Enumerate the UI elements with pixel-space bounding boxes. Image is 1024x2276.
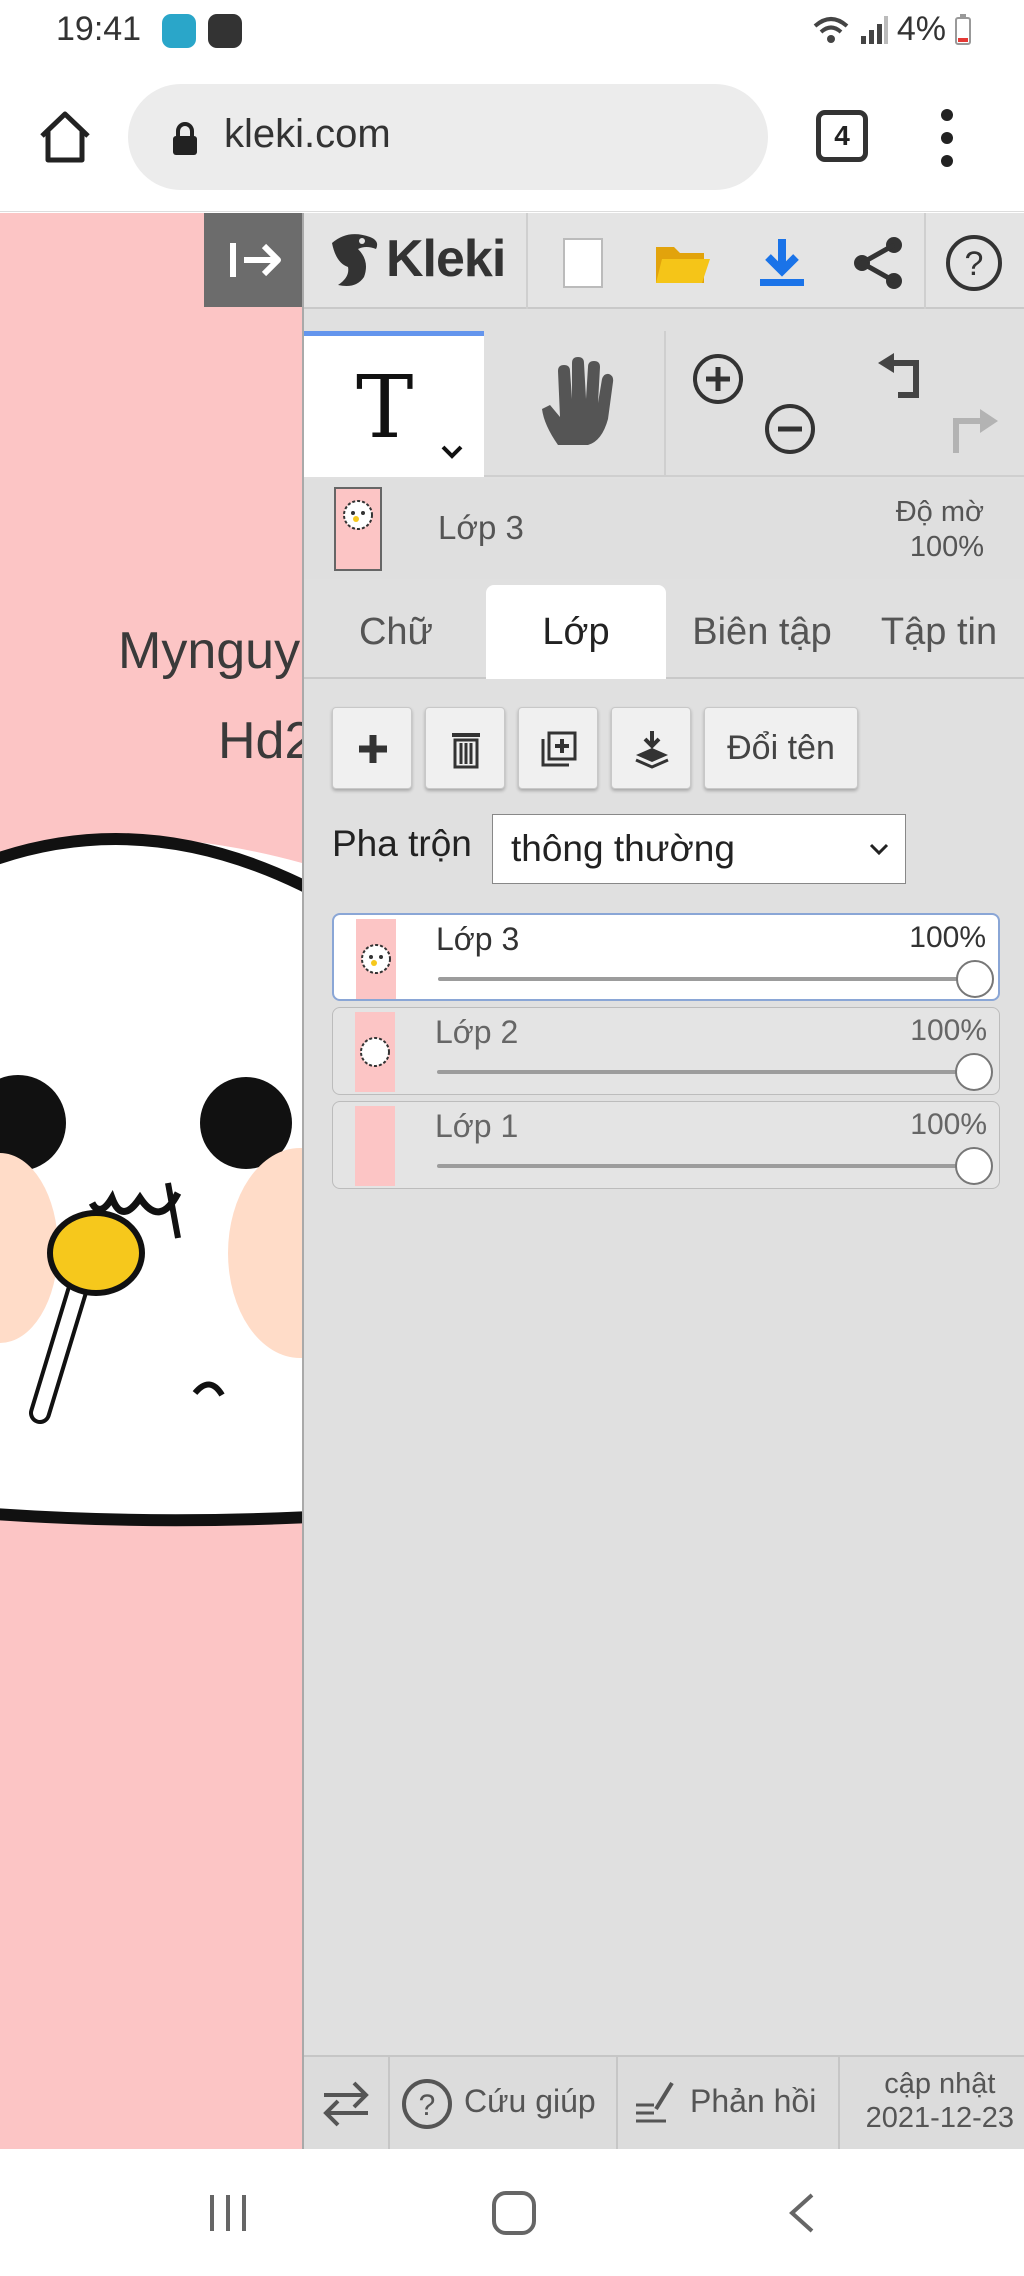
url-text: kleki.com bbox=[224, 112, 391, 156]
layer-thumbnail bbox=[356, 919, 396, 999]
chevron-down-icon[interactable] bbox=[440, 444, 464, 460]
collapse-arrow-icon bbox=[230, 243, 281, 277]
zalo-icon bbox=[208, 14, 242, 48]
drawing-canvas[interactable]: Mynguy Hd2 bbox=[0, 213, 302, 2149]
browser-toolbar: kleki.com 4 bbox=[0, 62, 1024, 212]
panel-footer: ? Cứu giúp Phản hồi cập nhật 2021-12-23 bbox=[304, 2055, 1024, 2151]
layer-opacity-value: 100% bbox=[910, 1014, 987, 1047]
feedback-link[interactable]: Phản hồi bbox=[690, 2083, 816, 2120]
home-icon[interactable] bbox=[34, 106, 96, 168]
battery-icon bbox=[955, 13, 971, 45]
layer-thumbnail bbox=[355, 1012, 395, 1092]
delete-layer-button[interactable] bbox=[425, 707, 505, 789]
trash-icon bbox=[452, 733, 480, 769]
collapse-panel-button[interactable] bbox=[204, 213, 302, 307]
blend-mode-label: Pha trộn bbox=[332, 823, 472, 864]
add-layer-button[interactable] bbox=[332, 707, 412, 789]
tab-text[interactable]: Chữ bbox=[318, 585, 474, 679]
current-layer-info: Lớp 3 Độ mờ 100% bbox=[304, 479, 1024, 579]
system-nav-bar bbox=[0, 2149, 1024, 2276]
recent-apps-icon[interactable] bbox=[206, 2191, 250, 2235]
layer-opacity-slider[interactable] bbox=[437, 1164, 975, 1168]
current-layer-thumbnail bbox=[334, 487, 382, 571]
help-link[interactable]: Cứu giúp bbox=[464, 2083, 596, 2120]
text-tool-button[interactable]: T bbox=[304, 331, 484, 477]
tab-switcher-button[interactable]: 4 bbox=[816, 110, 868, 162]
address-bar[interactable]: kleki.com bbox=[128, 84, 768, 190]
layer-item[interactable]: Lớp 2 100% bbox=[332, 1007, 1000, 1095]
plus-icon bbox=[359, 735, 387, 763]
tab-edit[interactable]: Biên tập bbox=[674, 585, 850, 679]
rename-layer-button[interactable]: Đổi tên bbox=[704, 707, 858, 789]
help-icon[interactable]: ? bbox=[944, 233, 1004, 293]
share-icon[interactable] bbox=[848, 233, 908, 293]
merge-layer-button[interactable] bbox=[611, 707, 691, 789]
layer-thumbnail bbox=[355, 1106, 395, 1186]
layer-name: Lớp 2 bbox=[435, 1014, 519, 1050]
kleki-bird-icon bbox=[332, 234, 378, 286]
layer-item[interactable]: Lớp 3 100% bbox=[332, 913, 1000, 1001]
swap-sides-icon[interactable] bbox=[320, 2079, 372, 2129]
help-circle-icon[interactable]: ? bbox=[400, 2077, 454, 2131]
layer-opacity-slider[interactable] bbox=[437, 1070, 975, 1074]
zoom-controls bbox=[666, 331, 846, 477]
feedback-pen-icon bbox=[636, 2081, 674, 2123]
layer-name: Lớp 3 bbox=[436, 921, 520, 957]
tab-layers[interactable]: Lớp bbox=[486, 585, 666, 679]
svg-text:?: ? bbox=[965, 245, 984, 283]
svg-text:?: ? bbox=[419, 2089, 436, 2122]
duplicate-icon bbox=[541, 731, 577, 767]
tool-panel: Kleki ? T Lớp 3 Độ mờ 100% Chữ Lớp Biên … bbox=[302, 213, 1024, 2151]
layer-opacity-slider[interactable] bbox=[438, 977, 974, 981]
slider-handle[interactable] bbox=[955, 1147, 993, 1185]
layer-opacity-value: 100% bbox=[909, 921, 986, 954]
open-folder-icon[interactable] bbox=[652, 233, 712, 293]
tool-row: T bbox=[304, 331, 1024, 477]
layer-item[interactable]: Lớp 1 100% bbox=[332, 1101, 1000, 1189]
home-nav-icon[interactable] bbox=[490, 2189, 538, 2237]
update-info: cập nhật 2021-12-23 bbox=[865, 2068, 1014, 2134]
zoom-in-icon[interactable] bbox=[690, 351, 746, 407]
wifi-icon bbox=[813, 16, 849, 43]
battery-percent: 4% bbox=[896, 10, 946, 48]
current-layer-opacity: Độ mờ 100% bbox=[895, 496, 984, 563]
panel-tabs: Chữ Lớp Biên tập Tập tin bbox=[304, 585, 1024, 679]
current-layer-name: Lớp 3 bbox=[438, 509, 524, 546]
lock-icon bbox=[173, 122, 197, 155]
hand-icon bbox=[542, 357, 614, 445]
tab-file[interactable]: Tập tin bbox=[858, 585, 1020, 679]
layer-opacity-value: 100% bbox=[910, 1108, 987, 1141]
browser-menu-icon[interactable] bbox=[932, 104, 962, 170]
canvas-text-line2: Hd2 bbox=[218, 712, 302, 770]
canvas-artwork: Mynguy Hd2 bbox=[0, 622, 302, 1527]
chevron-down-icon bbox=[869, 843, 889, 856]
back-icon[interactable] bbox=[782, 2191, 822, 2235]
blend-mode-select[interactable]: thông thường bbox=[492, 814, 906, 884]
signal-icon bbox=[860, 15, 888, 44]
redo-icon[interactable] bbox=[942, 403, 1002, 459]
panel-header: Kleki ? bbox=[304, 213, 1024, 309]
zoom-out-icon[interactable] bbox=[762, 401, 818, 457]
kleki-logo: Kleki bbox=[326, 227, 506, 291]
layer-name: Lớp 1 bbox=[435, 1108, 519, 1144]
undo-icon[interactable] bbox=[872, 351, 932, 407]
canvas-text-line1: Mynguy bbox=[118, 622, 300, 680]
download-icon[interactable] bbox=[752, 233, 812, 293]
new-file-icon[interactable] bbox=[554, 233, 614, 293]
slider-handle[interactable] bbox=[956, 960, 994, 998]
slider-handle[interactable] bbox=[955, 1053, 993, 1091]
status-time: 19:41 bbox=[56, 10, 142, 48]
hand-tool-button[interactable] bbox=[484, 331, 666, 477]
duplicate-layer-button[interactable] bbox=[518, 707, 598, 789]
zalo-pc-icon bbox=[162, 14, 196, 48]
merge-down-icon bbox=[635, 731, 669, 769]
undo-redo-controls bbox=[846, 331, 1024, 477]
status-bar: 19:41 4% bbox=[0, 0, 1024, 62]
